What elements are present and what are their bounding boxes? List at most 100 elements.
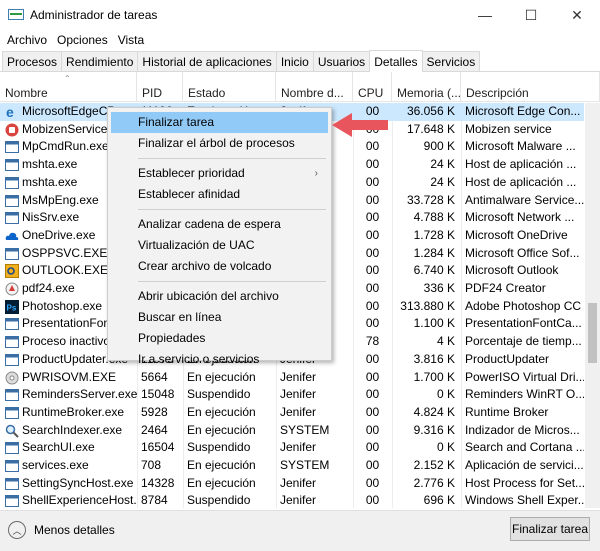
table-row[interactable]: SettingSyncHost.exe 14328 En ejecución Jeni… — [0, 475, 584, 493]
minimize-button[interactable]: — — [462, 0, 508, 30]
menu-bar: Archivo Opciones Vista — [0, 30, 600, 50]
cell-user: Jenifer — [280, 475, 317, 490]
cell-pid: 5928 — [141, 404, 168, 419]
column-header-pid[interactable]: PID — [137, 72, 183, 102]
cell-desc: PresentationFontCa... — [465, 316, 582, 331]
less-details-toggle[interactable]: ︿ Menos detalles — [8, 521, 115, 539]
column-header-descripcion[interactable]: Descripción — [461, 72, 600, 102]
cell-desc: Search and Cortana ... — [465, 440, 584, 455]
cell-name: services.exe — [22, 458, 89, 472]
cell-mem: 36.056 K — [406, 104, 455, 118]
cell-mem: 33.728 K — [406, 192, 455, 207]
cell-desc: Microsoft Edge Con... — [465, 104, 581, 118]
context-menu-item[interactable]: Finalizar el árbol de procesos — [111, 133, 328, 154]
table-row[interactable]: ShellExperienceHost... 8784 Suspendido Jeni… — [0, 492, 584, 508]
window-title: Administrador de tareas — [30, 8, 158, 22]
cell-cpu: 78 — [365, 334, 380, 349]
cell-desc: Aplicación de servici... — [465, 458, 584, 472]
table-header: ⌃ Nombre PID Estado Nombre d... CPU Memo… — [0, 72, 600, 102]
cell-cpu: 00 — [365, 281, 380, 295]
context-menu-item[interactable]: Propiedades — [111, 328, 328, 349]
cell-mem: 4 K — [436, 334, 455, 349]
cell-cpu: 00 — [365, 192, 380, 207]
cell-pid: 708 — [141, 458, 162, 472]
cell-name: SettingSyncHost.exe — [22, 475, 134, 490]
close-button[interactable]: ✕ — [554, 0, 600, 30]
table-row[interactable]: PWRISOVM.EXE 5664 En ejecución Jenifer 00 1.7… — [0, 369, 584, 387]
table-row[interactable]: SearchUI.exe 16504 Suspendido Jenifer 00 0 K S… — [0, 439, 584, 457]
cell-mem: 9.316 K — [413, 422, 455, 437]
annotation-arrow-icon — [332, 113, 388, 137]
cell-name: ShellExperienceHost... — [22, 493, 137, 508]
tab-bar: Procesos Rendimiento Historial de aplica… — [0, 50, 600, 72]
context-menu-item[interactable]: Ir a servicio o servicios — [111, 349, 328, 370]
cell-cpu: 00 — [365, 139, 380, 154]
context-menu-item[interactable]: Establecer prioridad › — [111, 163, 328, 184]
cell-desc: Microsoft Office Sof... — [465, 245, 580, 260]
table-row[interactable]: RuntimeBroker.exe 5928 En ejecución Jenifer… — [0, 404, 584, 422]
cell-cpu: 00 — [365, 351, 380, 366]
cell-mem: 0 K — [436, 387, 455, 402]
context-menu-item[interactable]: Finalizar tarea — [111, 112, 328, 133]
tab-rendimiento[interactable]: Rendimiento — [61, 51, 139, 71]
cell-user: Jenifer — [280, 369, 317, 384]
chevron-up-icon: ︿ — [8, 521, 26, 539]
end-task-button[interactable]: Finalizar tarea — [510, 517, 590, 541]
table-row[interactable]: SearchIndexer.exe 2464 En ejecución SYSTEM 0… — [0, 422, 584, 440]
tab-procesos[interactable]: Procesos — [2, 51, 63, 71]
tab-usuarios[interactable]: Usuarios — [312, 51, 371, 71]
menu-archivo[interactable]: Archivo — [2, 33, 52, 47]
cell-cpu: 00 — [365, 440, 380, 455]
cell-mem: 1.700 K — [413, 369, 455, 384]
cell-cpu: 00 — [365, 404, 380, 419]
column-header-nombre[interactable]: ⌃ Nombre — [0, 72, 137, 102]
submenu-arrow-icon: › — [314, 168, 318, 179]
scrollbar-thumb[interactable] — [588, 303, 597, 363]
cell-desc: Runtime Broker — [465, 404, 549, 419]
cell-status: En ejecución — [187, 422, 256, 437]
cell-desc: PowerISO Virtual Dri... — [465, 369, 584, 384]
tab-servicios[interactable]: Servicios — [421, 51, 481, 71]
column-header-estado[interactable]: Estado — [183, 72, 276, 102]
cell-desc: Mobizen service — [465, 121, 552, 136]
column-header-usuario[interactable]: Nombre d... — [276, 72, 353, 102]
cell-pid: 8784 — [141, 493, 168, 508]
context-menu-item-label: Abrir ubicación del archivo — [138, 289, 279, 303]
cell-user: SYSTEM — [280, 422, 330, 437]
cell-cpu: 00 — [365, 157, 380, 172]
context-menu-item[interactable]: Abrir ubicación del archivo — [111, 286, 328, 307]
cell-cpu: 00 — [365, 422, 380, 437]
menu-vista[interactable]: Vista — [113, 33, 149, 47]
cell-pid: 5664 — [141, 369, 168, 384]
cell-mem: 313.880 K — [400, 298, 455, 313]
cell-status: En ejecución — [187, 369, 256, 384]
vertical-scrollbar[interactable] — [585, 103, 600, 508]
column-header-memoria[interactable]: Memoria (... — [392, 72, 461, 102]
tab-detalles[interactable]: Detalles — [369, 50, 423, 72]
column-header-cpu[interactable]: CPU — [353, 72, 392, 102]
less-details-label: Menos detalles — [34, 523, 115, 537]
menu-opciones[interactable]: Opciones — [52, 33, 113, 47]
context-menu-item[interactable]: Buscar en línea — [111, 307, 328, 328]
tab-historial[interactable]: Historial de aplicaciones — [137, 51, 277, 71]
cell-cpu: 00 — [365, 387, 380, 402]
cell-pid: 2464 — [141, 422, 168, 437]
context-menu-item[interactable]: Crear archivo de volcado — [111, 256, 328, 277]
context-menu: Finalizar tarea Finalizar el árbol de pro… — [107, 107, 332, 366]
context-menu-item[interactable]: Analizar cadena de espera — [111, 214, 328, 235]
footer-bar: ︿ Menos detalles Finalizar tarea — [0, 510, 600, 551]
table-row[interactable]: RemindersServer.exe 15048 Suspendido Jenife… — [0, 386, 584, 404]
maximize-button[interactable]: ☐ — [508, 0, 554, 30]
cell-cpu: 00 — [365, 493, 380, 508]
table-row[interactable]: services.exe 708 En ejecución SYSTEM 00 2.152… — [0, 457, 584, 475]
tab-inicio[interactable]: Inicio — [275, 51, 314, 71]
menu-separator — [138, 209, 326, 210]
cell-cpu: 00 — [365, 174, 380, 189]
context-menu-item[interactable]: Establecer afinidad — [111, 184, 328, 205]
cell-mem: 17.648 K — [406, 121, 455, 136]
context-menu-item-label: Finalizar tarea — [138, 115, 215, 129]
cell-cpu: 00 — [365, 298, 380, 313]
context-menu-item[interactable]: Virtualización de UAC — [111, 235, 328, 256]
cell-name: PWRISOVM.EXE — [22, 369, 117, 384]
cell-status: En ejecución — [187, 458, 256, 472]
